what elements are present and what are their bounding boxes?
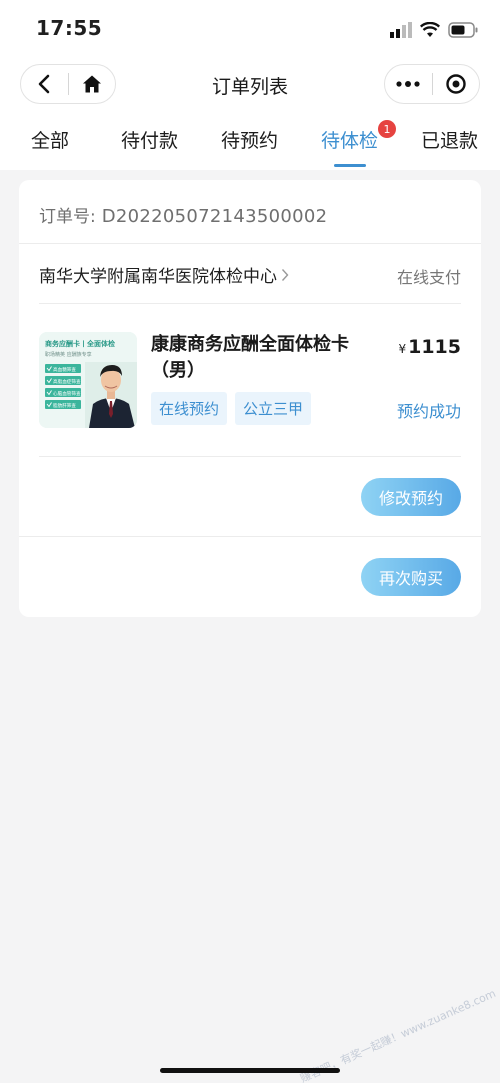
tag-public-hospital: 公立三甲: [235, 392, 312, 425]
order-number-value: D202205072143500002: [101, 206, 328, 227]
thumbnail-title: 商务应酬卡丨全面体检: [45, 339, 115, 348]
top-bar: 17:55 订单列表 全部 待付款 待预约 待体检 1 已退款: [0, 0, 500, 170]
active-tab-indicator: [333, 164, 366, 167]
divider: [19, 243, 481, 244]
more-dots-icon: [396, 81, 420, 87]
more-button[interactable]: [385, 65, 432, 103]
price-value: 1115: [408, 336, 461, 358]
thumbnail-item: 心脑血管筛查: [53, 390, 81, 397]
tab-pending-booking[interactable]: 待预约: [221, 126, 278, 153]
currency-symbol: ¥: [398, 342, 407, 356]
wifi-icon: [420, 22, 440, 37]
thumbnail-item: 高血糖筛查: [53, 366, 76, 373]
product-thumbnail: 商务应酬卡丨全面体检 职场精英 应酬族专享 高血糖筛查 高脂血症筛查 心脑血管筛…: [39, 332, 137, 428]
tab-label: 待体检: [321, 130, 379, 152]
divider: [39, 456, 461, 457]
target-circle-icon: [446, 74, 466, 94]
signal-icon: [390, 22, 412, 38]
tab-pending-payment[interactable]: 待付款: [121, 126, 178, 153]
tab-label: 待付款: [121, 130, 179, 152]
payment-method: 在线支付: [396, 268, 461, 287]
tab-label: 已退款: [421, 130, 479, 152]
businessman-illustration: [85, 362, 137, 428]
thumbnail-item: 高脂血症筛查: [53, 378, 81, 385]
product-image[interactable]: 商务应酬卡丨全面体检 职场精英 应酬族专享 高血糖筛查 高脂血症筛查 心脑血管筛…: [39, 332, 137, 428]
tab-label: 待预约: [221, 130, 279, 152]
divider: [19, 536, 481, 537]
modify-booking-button[interactable]: 修改预约: [361, 478, 461, 516]
status-icons: [390, 18, 478, 42]
battery-icon: [448, 22, 478, 38]
booking-status: 预约成功: [396, 402, 461, 421]
product-tags: 在线预约 公立三甲: [151, 392, 312, 425]
home-indicator[interactable]: [160, 1068, 340, 1073]
product-price: ¥ 1115: [398, 336, 461, 358]
order-number-label: 订单号:: [39, 207, 96, 227]
hospital-link[interactable]: 南华大学附属南华医院体检中心: [39, 262, 289, 287]
tab-refunded[interactable]: 已退款: [421, 126, 478, 153]
order-tabs: 全部 待付款 待预约 待体检 1 已退款: [0, 120, 500, 170]
order-card[interactable]: 订单号: D202205072143500002 南华大学附属南华医院体检中心 …: [19, 180, 481, 617]
tab-pending-checkup[interactable]: 待体检 1: [321, 120, 397, 167]
status-time: 17:55: [36, 16, 103, 40]
tab-badge: 1: [378, 120, 397, 138]
tab-all[interactable]: 全部: [31, 126, 69, 153]
rebuy-button[interactable]: 再次购买: [361, 558, 461, 596]
divider: [39, 303, 461, 304]
nav-capsule-right: [384, 64, 480, 104]
product-title[interactable]: 康康商务应酬全面体检卡（男）: [151, 332, 391, 384]
tab-label: 全部: [31, 130, 70, 152]
hospital-name: 南华大学附属南华医院体检中心: [39, 267, 277, 287]
close-miniprogram-button[interactable]: [432, 65, 479, 103]
tag-online-booking: 在线预约: [151, 392, 228, 425]
chevron-right-icon: [281, 268, 289, 281]
thumbnail-item: 脂肪肝筛查: [53, 402, 76, 409]
order-number: 订单号: D202205072143500002: [39, 202, 327, 227]
thumbnail-subtitle: 职场精英 应酬族专享: [45, 351, 92, 358]
